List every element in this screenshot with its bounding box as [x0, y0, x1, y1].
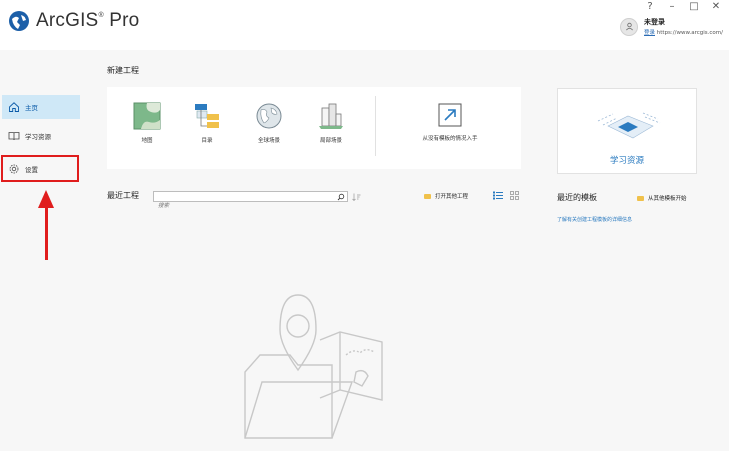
template-label: 局部场景: [319, 138, 342, 144]
open-arrow-icon: [438, 103, 462, 127]
home-icon: [9, 102, 19, 112]
template-label: 全球场景: [257, 138, 280, 144]
open-other-project-button[interactable]: 打开其他工程: [424, 192, 468, 200]
signin-link[interactable]: 登录: [644, 30, 655, 36]
sidebar-item-learning[interactable]: 学习资源: [2, 124, 80, 148]
search-box: [153, 191, 348, 211]
start-from-other-template-button[interactable]: 从其他模板开始: [637, 194, 687, 202]
sidebar-item-label: 主页: [25, 104, 38, 112]
template-label: 从没有模板的情况入手: [422, 136, 478, 142]
catalog-icon: [195, 104, 219, 128]
template-global-scene[interactable]: 全球场景: [244, 102, 294, 144]
app-logo: ArcGIS® Pro: [8, 10, 139, 32]
close-button[interactable]: ✕: [705, 1, 727, 13]
annotation-arrow-shaft: [45, 205, 48, 260]
learn-more-templates-link[interactable]: 了解有关创建工程模板的详细信息: [557, 216, 632, 223]
tile-view-icon[interactable]: [510, 191, 519, 200]
template-label: 地图: [141, 138, 153, 144]
new-project-title: 新建工程: [107, 66, 139, 75]
map-icon: [133, 102, 161, 130]
learning-illustration-icon: [597, 112, 661, 139]
minimize-button[interactable]: –: [661, 1, 683, 13]
sidebar-item-label: 学习资源: [25, 133, 51, 141]
help-button[interactable]: ?: [639, 1, 661, 13]
start-from-other-template-label: 从其他模板开始: [648, 196, 687, 202]
user-panel: 未登录 登录 https://www.arcgis.com/: [620, 17, 723, 36]
empty-projects-illustration-icon: [244, 294, 383, 439]
window-controls: ? – □ ✕: [639, 1, 727, 13]
signin-row: 登录 https://www.arcgis.com/: [644, 28, 723, 36]
avatar[interactable]: [620, 17, 638, 36]
learning-resources-card[interactable]: 学习资源: [557, 88, 697, 174]
sidebar-item-home[interactable]: 主页: [2, 95, 80, 119]
sort-icon[interactable]: [352, 193, 361, 201]
app-title: ArcGIS® Pro: [36, 10, 140, 31]
list-view-icon[interactable]: [493, 191, 503, 200]
learning-resources-label: 学习资源: [609, 156, 644, 166]
maximize-button[interactable]: □: [683, 1, 705, 13]
portal-url: https://www.arcgis.com/: [656, 30, 723, 36]
template-map[interactable]: 地图: [122, 102, 172, 144]
template-local-scene[interactable]: 局部场景: [306, 102, 356, 144]
book-icon: [8, 132, 20, 141]
start-without-template[interactable]: 从没有模板的情况入手: [410, 102, 490, 142]
user-name: 未登录: [644, 18, 665, 26]
settings-highlight-box: [1, 155, 79, 182]
template-catalog[interactable]: 目录: [182, 102, 232, 144]
open-other-project-label: 打开其他工程: [435, 194, 469, 200]
template-divider: [375, 96, 376, 156]
recent-projects-title: 最近工程: [107, 191, 139, 200]
local-scene-icon: [319, 103, 343, 129]
search-icon[interactable]: [337, 193, 345, 201]
arcgis-logo-icon: [9, 11, 29, 31]
folder-icon: [424, 193, 431, 199]
recent-templates-title: 最近的模板: [557, 193, 597, 202]
user-icon: [625, 22, 633, 31]
template-label: 目录: [201, 138, 213, 144]
folder-icon: [637, 195, 644, 201]
globe-icon: [256, 103, 282, 129]
search-input[interactable]: [154, 201, 328, 211]
title-bar: ArcGIS® Pro ? – □ ✕ 未登录 登录 https://www.a…: [0, 0, 729, 50]
